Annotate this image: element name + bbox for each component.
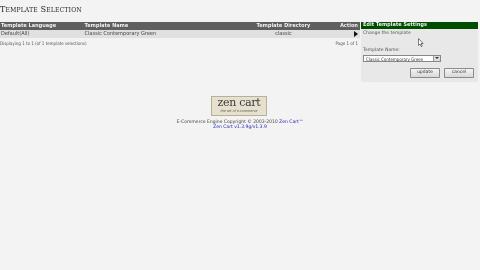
version-link[interactable]: Zen Cart v1.3.9g/v1.3.9 bbox=[140, 125, 340, 130]
update-button[interactable]: update bbox=[410, 68, 440, 78]
table-row[interactable]: Default(All) Classic Contemporary Green … bbox=[0, 30, 360, 38]
template-name-label: Template Name: bbox=[363, 48, 400, 53]
header-template-language: Template Language bbox=[1, 23, 57, 29]
page-count: Page 1 of 1 bbox=[335, 41, 358, 46]
logo-tagline: the art of e-commerce bbox=[220, 109, 258, 113]
admin-page: Template Selection Template Language Tem… bbox=[0, 0, 480, 270]
cell-directory: classic bbox=[275, 31, 292, 37]
arrow-right-icon[interactable] bbox=[354, 31, 358, 37]
header-template-directory: Template Directory bbox=[256, 23, 311, 29]
cancel-button[interactable]: cancel bbox=[444, 68, 474, 78]
footer: E-Commerce Engine Copyright © 2003-2010 … bbox=[140, 120, 340, 130]
mouse-cursor-icon bbox=[418, 38, 424, 47]
template-table: Template Language Template Name Template… bbox=[0, 22, 360, 46]
cell-name: Classic Contemporary Green bbox=[84, 31, 157, 37]
pagination-info: Displaying 1 to 1 (of 1 template selecti… bbox=[0, 41, 360, 46]
header-action: Action bbox=[340, 23, 358, 29]
panel-title: Edit Template Settings bbox=[361, 22, 478, 29]
header-template-name: Template Name bbox=[84, 23, 129, 29]
table-header: Template Language Template Name Template… bbox=[0, 22, 360, 30]
chevron-down-icon[interactable] bbox=[433, 56, 440, 61]
logo-word: zen cart bbox=[217, 96, 261, 109]
page-title: Template Selection bbox=[0, 5, 82, 14]
selected-option: Classic Contemporary Green bbox=[366, 57, 424, 62]
cell-action bbox=[333, 30, 360, 38]
panel-description: Change the template bbox=[363, 31, 411, 36]
results-count: Displaying 1 to 1 (of 1 template selecti… bbox=[0, 41, 87, 46]
cell-language: Default(All) bbox=[1, 31, 30, 37]
panel-buttons: update cancel bbox=[361, 68, 478, 78]
zen-cart-logo[interactable]: zen cart the art of e-commerce bbox=[211, 96, 267, 116]
edit-template-panel: Edit Template Settings Change the templa… bbox=[361, 22, 478, 82]
template-name-select[interactable]: Classic Contemporary Green bbox=[363, 55, 441, 62]
zen-cart-link[interactable]: Zen Cart™ bbox=[279, 120, 303, 125]
